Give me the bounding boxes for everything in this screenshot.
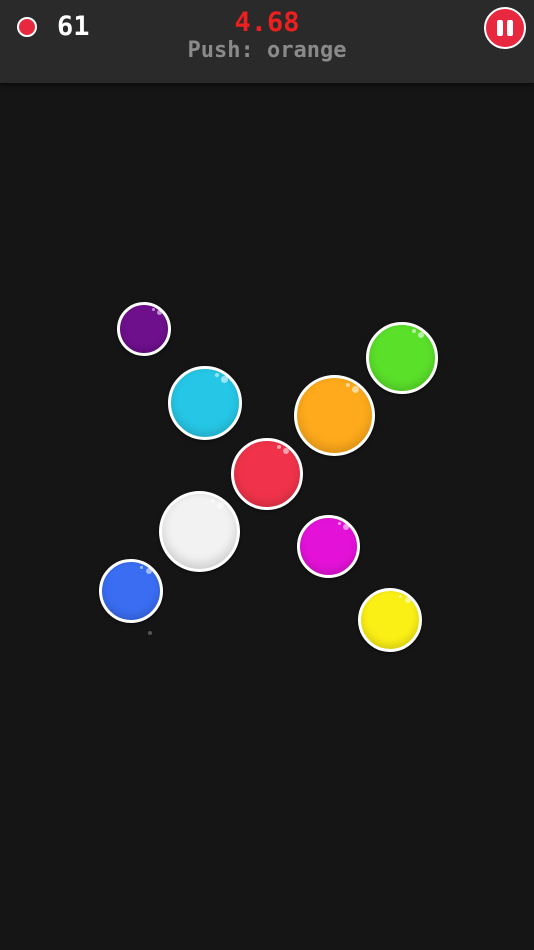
bubble-shine: [215, 373, 219, 377]
bubble-magenta[interactable]: [297, 515, 360, 578]
bubble-blue[interactable]: [99, 559, 163, 623]
bubble-yellow[interactable]: [358, 588, 422, 652]
bubble-cyan[interactable]: [168, 366, 242, 440]
bubble-shine: [221, 376, 228, 383]
bubble-shine: [399, 595, 402, 598]
bubble-shine: [412, 329, 416, 333]
push-instruction: Push: orange: [187, 38, 347, 63]
bubble-shine: [217, 502, 224, 509]
bubble-red[interactable]: [231, 438, 303, 510]
bubble-orange[interactable]: [294, 375, 375, 456]
bubble-shine: [277, 445, 281, 449]
pause-button[interactable]: [484, 7, 526, 49]
bubble-shine: [283, 448, 289, 454]
speck: [148, 631, 152, 635]
bubble-shine: [405, 597, 411, 603]
bubble-shine: [352, 386, 359, 393]
top-bar: 61 4.68 Push: orange: [0, 0, 534, 83]
timer: 4.68: [234, 7, 300, 38]
bubble-white[interactable]: [159, 491, 240, 572]
pause-icon: [486, 9, 524, 47]
bubble-green[interactable]: [366, 322, 438, 394]
bubble-shine: [140, 566, 143, 569]
bubble-shine: [346, 383, 350, 387]
bubble-shine: [146, 568, 152, 574]
bubble-shine: [152, 308, 155, 311]
bubble-shine: [338, 522, 341, 525]
game-screen: 61 4.68 Push: orange: [0, 0, 534, 950]
bubble-shine: [418, 332, 424, 338]
bubble-shine: [157, 310, 162, 315]
bubble-shine: [211, 499, 215, 503]
bubble-shine: [343, 524, 349, 530]
bubble-purple[interactable]: [117, 302, 171, 356]
